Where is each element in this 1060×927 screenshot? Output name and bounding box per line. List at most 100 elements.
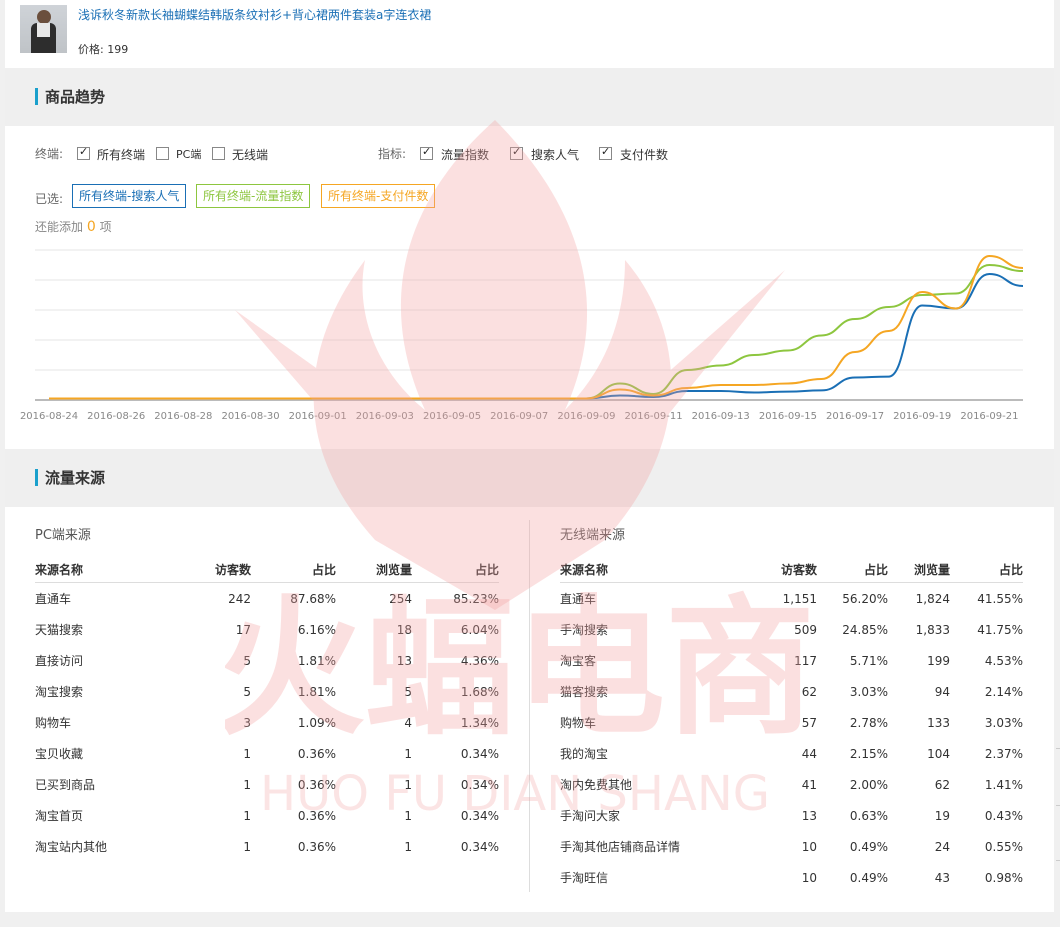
x-tick-label: 2016-08-28 — [154, 411, 212, 422]
value-cell: 0.49% — [849, 870, 888, 885]
series-line[interactable] — [49, 263, 1024, 400]
value-cell: 242 — [228, 591, 251, 606]
terminal-all-checkbox[interactable] — [77, 145, 90, 160]
value-cell: 6.16% — [297, 622, 336, 637]
price-label: 价格: — [78, 43, 104, 56]
value-cell: 2.78% — [849, 715, 888, 730]
table-row: 手淘搜索 509 24.85% 1,833 41.75% — [560, 614, 1023, 645]
metric-search-label[interactable]: 搜索人气 — [531, 146, 579, 163]
column-header[interactable]: 占比 — [412, 556, 499, 583]
value-cell: 1,833 — [915, 622, 950, 637]
metric-payment-checkbox[interactable] — [599, 145, 612, 160]
section-accent-bar — [35, 469, 38, 486]
value-cell: 2.00% — [849, 777, 888, 792]
product-thumbnail[interactable] — [20, 5, 67, 53]
product-price: 价格: 199 — [78, 41, 128, 57]
value-cell: 2.37% — [984, 746, 1023, 761]
product-title-link[interactable]: 浅诉秋冬新款长袖蝴蝶结韩版条纹衬衫+背心裙两件套装a字连衣裙 — [78, 6, 431, 23]
x-tick-label: 2016-08-30 — [221, 411, 279, 422]
value-cell: 41.75% — [977, 622, 1023, 637]
value-cell: 0.36% — [297, 746, 336, 761]
value-cell: 5 — [243, 684, 251, 699]
value-cell: 13 — [396, 653, 412, 668]
table-header-row: 来源名称 访客数 占比 浏览量 占比 — [560, 556, 1023, 583]
table-row: 直接访问 5 1.81% 13 4.36% — [35, 645, 499, 676]
right-edge — [1054, 0, 1060, 927]
value-cell: 0.34% — [460, 777, 499, 792]
value-cell: 57 — [801, 715, 817, 730]
value-cell: 0.49% — [849, 839, 888, 854]
metric-payment-label[interactable]: 支付件数 — [620, 146, 668, 163]
x-tick-label: 2016-08-26 — [87, 411, 145, 422]
metric-traffic-label[interactable]: 流量指数 — [441, 146, 489, 163]
value-cell: 0.55% — [984, 839, 1023, 854]
metric-search-checkbox[interactable] — [510, 145, 523, 160]
pc-sources-title: PC端来源 — [35, 528, 91, 543]
column-header[interactable]: 占比 — [950, 556, 1023, 583]
table-row: 淘内免费其他 41 2.00% 62 1.41% — [560, 769, 1023, 800]
source-name-cell: 宝贝收藏 — [35, 747, 84, 761]
value-cell: 87.68% — [290, 591, 336, 606]
value-cell: 1.34% — [460, 715, 499, 730]
table-row: 已买到商品 1 0.36% 1 0.34% — [35, 769, 499, 800]
price-value: 199 — [107, 43, 129, 56]
bottom-gap — [5, 912, 1054, 927]
value-cell: 18 — [396, 622, 412, 637]
table-row: 天猫搜索 17 6.16% 18 6.04% — [35, 614, 499, 645]
value-cell: 1 — [404, 777, 412, 792]
source-name-cell: 直接访问 — [35, 654, 84, 668]
column-header[interactable]: 占比 — [251, 556, 336, 583]
selected-tag-payment[interactable]: 所有终端-支付件数 — [321, 184, 436, 208]
column-header[interactable]: 来源名称 — [560, 556, 740, 583]
table-row: 淘宝首页 1 0.36% 1 0.34% — [35, 800, 499, 831]
value-cell: 1 — [243, 777, 251, 792]
value-cell: 1 — [404, 746, 412, 761]
terminal-wireless-label[interactable]: 无线端 — [232, 146, 268, 163]
wireless-sources-table: 来源名称 访客数 占比 浏览量 占比 直通车 1,151 56.20% 1,824 41.55%… — [560, 556, 1023, 893]
trend-line-chart[interactable]: 2016-08-24 2016-08-26 2016-08-28 2016-08-30… — [5, 240, 1054, 430]
pc-sources-table: 来源名称 访客数 占比 浏览量 占比 直通车 242 87.68% 254 85.23% 天猫搜索… — [35, 556, 499, 862]
x-tick-label: 2016-09-21 — [960, 411, 1018, 422]
column-header[interactable]: 访客数 — [740, 556, 817, 583]
x-tick-label: 2016-08-24 — [20, 411, 78, 422]
value-cell: 0.36% — [297, 839, 336, 854]
value-cell: 43 — [934, 870, 950, 885]
source-name-cell: 淘宝站内其他 — [35, 840, 108, 854]
selected-tag-search[interactable]: 所有终端-搜索人气 — [72, 184, 187, 208]
x-tick-label: 2016-09-19 — [893, 411, 951, 422]
value-cell: 2.14% — [984, 684, 1023, 699]
terminal-all-label[interactable]: 所有终端 — [97, 146, 145, 163]
source-name-cell: 购物车 — [35, 716, 72, 730]
value-cell: 1,151 — [782, 591, 817, 606]
terminal-wireless-checkbox[interactable] — [212, 147, 225, 160]
value-cell: 1.68% — [460, 684, 499, 699]
value-cell: 0.63% — [849, 808, 888, 823]
source-name-cell: 淘宝搜索 — [35, 685, 84, 699]
value-cell: 0.34% — [460, 808, 499, 823]
metric-traffic-checkbox[interactable] — [420, 145, 433, 160]
terminal-pc-checkbox[interactable] — [156, 147, 169, 160]
traffic-section-header: 流量来源 — [5, 449, 1054, 507]
value-cell: 1.09% — [297, 715, 336, 730]
x-tick-label: 2016-09-17 — [826, 411, 884, 422]
value-cell: 117 — [794, 653, 817, 668]
column-header[interactable]: 访客数 — [175, 556, 251, 583]
value-cell: 5 — [243, 653, 251, 668]
value-cell: 56.20% — [842, 591, 888, 606]
value-cell: 3.03% — [984, 715, 1023, 730]
column-header[interactable]: 占比 — [817, 556, 888, 583]
source-name-cell: 直通车 — [560, 592, 597, 606]
value-cell: 3 — [243, 715, 251, 730]
table-row: 宝贝收藏 1 0.36% 1 0.34% — [35, 738, 499, 769]
column-header[interactable]: 来源名称 — [35, 556, 175, 583]
table-header-row: 来源名称 访客数 占比 浏览量 占比 — [35, 556, 499, 583]
table-row: 淘宝客 117 5.71% 199 4.53% — [560, 645, 1023, 676]
selected-tag-traffic[interactable]: 所有终端-流量指数 — [196, 184, 311, 208]
value-cell: 2.15% — [849, 746, 888, 761]
x-tick-label: 2016-09-01 — [289, 411, 347, 422]
terminal-pc-label[interactable]: PC端 — [176, 146, 201, 162]
column-header[interactable]: 浏览量 — [888, 556, 950, 583]
wireless-sources-title: 无线端来源 — [560, 528, 626, 543]
column-header[interactable]: 浏览量 — [336, 556, 412, 583]
value-cell: 24.85% — [842, 622, 888, 637]
